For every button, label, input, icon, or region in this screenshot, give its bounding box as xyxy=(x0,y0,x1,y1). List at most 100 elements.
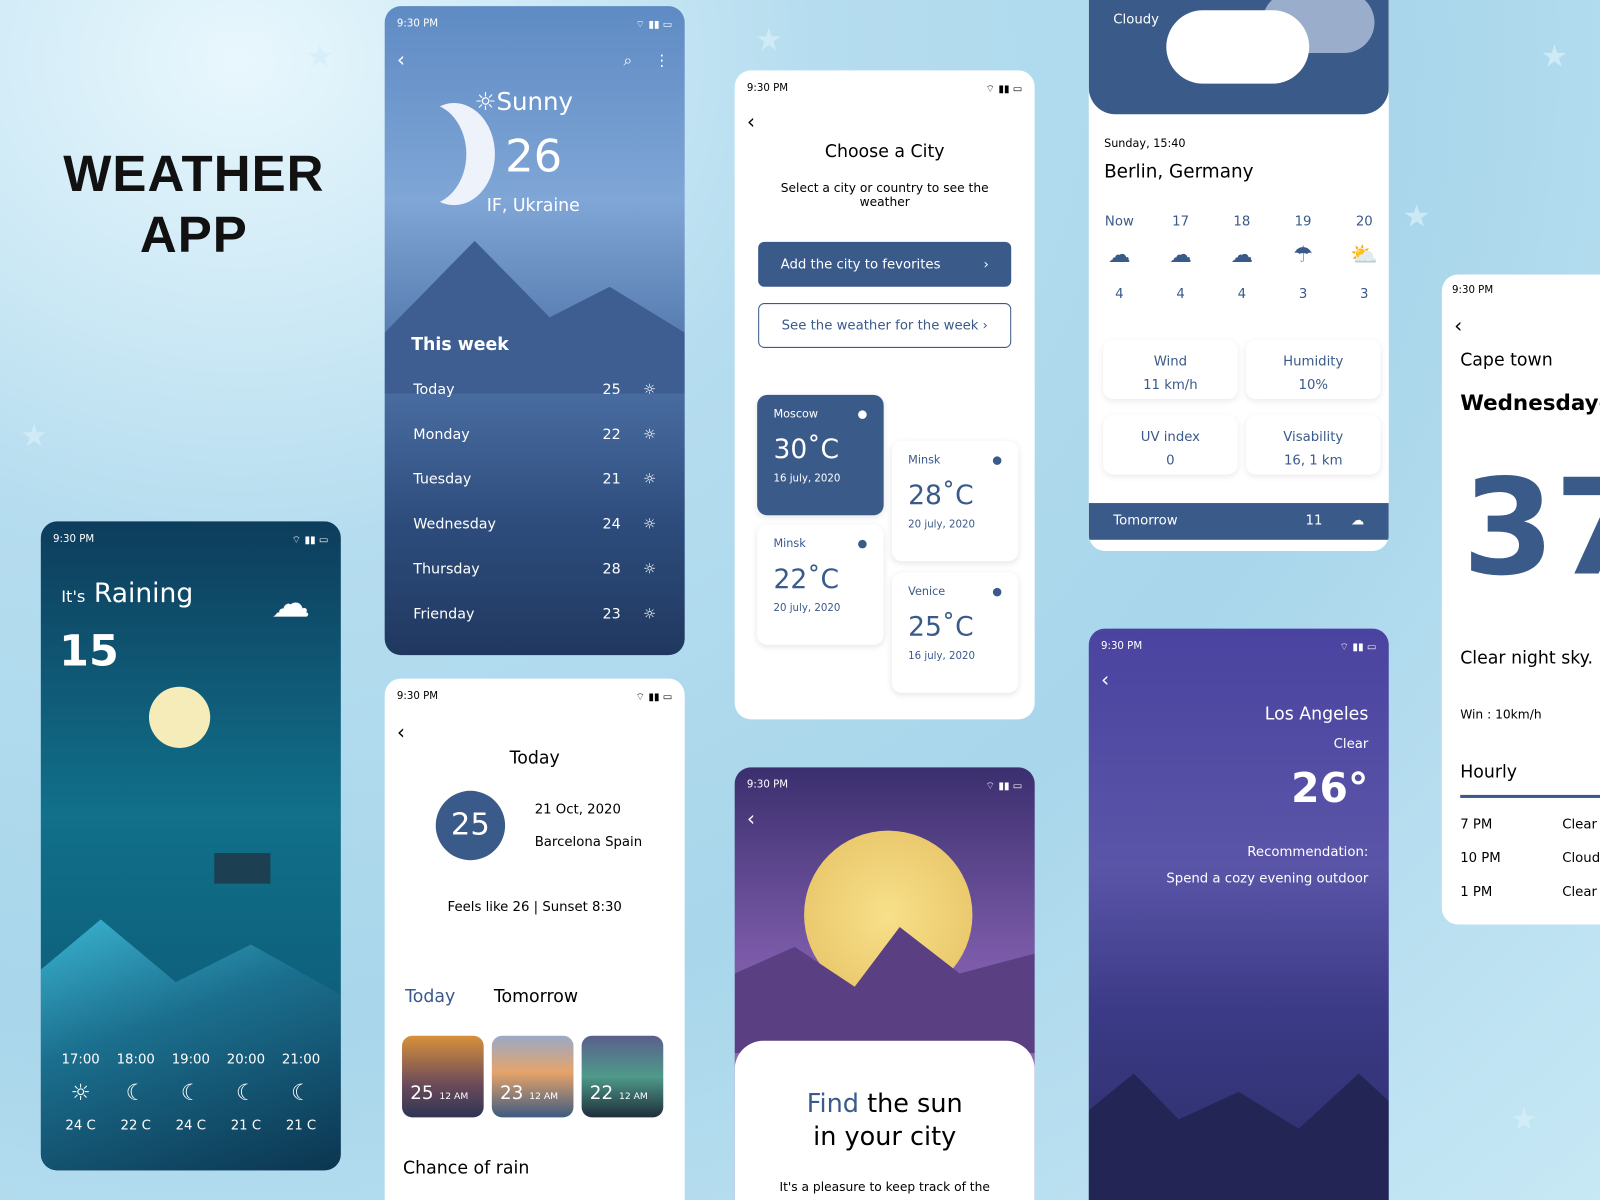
button-label: See the weather for the week xyxy=(781,317,979,334)
tab-tomorrow[interactable]: Tomorrow xyxy=(494,987,578,1007)
hour-temp: 22 C xyxy=(120,1118,151,1134)
status-time: 9:30 PM xyxy=(1101,640,1143,653)
stat-label: Visability xyxy=(1283,429,1344,445)
choose-city-screen: 9:30 PM ⌔ ▮▮ ▭ ‹ Choose a City Select a c… xyxy=(734,70,1035,720)
stat-label: UV index xyxy=(1140,429,1201,445)
hour-photo[interactable]: 22 12 AM xyxy=(581,1035,664,1118)
status-time: 9:30 PM xyxy=(746,82,789,94)
moon-illustration xyxy=(385,103,467,205)
status-icons: ⌔ ▮▮ ▭ xyxy=(635,691,673,704)
hour-time: 18:00 xyxy=(116,1052,155,1068)
current-temp: 37 xyxy=(1462,449,1600,606)
forecast-value: 3 xyxy=(1360,286,1369,303)
day-row[interactable]: Thursday 28 ☼ xyxy=(413,561,656,577)
hour-time: 1 PM xyxy=(1460,884,1493,900)
forecast-label: Now xyxy=(1104,214,1134,230)
day-row[interactable]: Monday 22 ☼ xyxy=(413,427,656,443)
city-name: Minsk xyxy=(908,453,941,467)
today-screen: 9:30 PM ⌔ ▮▮ ▭ ‹ Today 25 21 Oct, 2020 Ba… xyxy=(384,678,685,1200)
moon-icon: ☾ xyxy=(290,1080,312,1107)
city-card[interactable]: Moscow ● 30˚C 16 july, 2020 xyxy=(757,394,884,516)
rain-icon: ☁ xyxy=(1351,513,1365,529)
hour-temp: 21 C xyxy=(285,1118,317,1134)
city-temp: 22˚C xyxy=(773,564,840,595)
day-name: Today xyxy=(413,381,455,398)
week-title: This week xyxy=(411,334,509,356)
city-temp: 30˚C xyxy=(773,434,840,466)
stat-label: Humidity xyxy=(1283,354,1344,370)
mountain-illustration xyxy=(384,240,685,394)
body-text: It's a pleasure to keep track of the xyxy=(779,1179,990,1194)
subtitle: Select a city or country to see the weat… xyxy=(780,180,989,210)
tab-today[interactable]: Today xyxy=(405,987,455,1007)
headline-highlight: Find xyxy=(806,1088,859,1119)
city-card[interactable]: Minsk ● 28˚C 20 july, 2020 xyxy=(891,440,1019,562)
day-temp: 25 xyxy=(602,381,621,398)
hour-condition: Cloud xyxy=(1562,851,1600,867)
forecast-label: 20 xyxy=(1355,214,1373,230)
cabin-illustration xyxy=(214,853,271,884)
sun-icon: ☼ xyxy=(474,87,497,117)
photo-time: 12 AM xyxy=(439,1091,469,1103)
cloudy-icon: ☁ xyxy=(1108,242,1131,269)
cloud-icon xyxy=(1166,10,1310,84)
photo-temp: 25 xyxy=(410,1082,434,1105)
headline-line2: in your city xyxy=(813,1121,957,1152)
cloudy-icon: ☁ xyxy=(1169,242,1192,269)
search-icon[interactable]: ⌕ xyxy=(623,51,632,69)
hour-time: 21:00 xyxy=(281,1052,321,1068)
hour-photo[interactable]: 25 12 AM xyxy=(402,1035,484,1118)
photo-temp: 22 xyxy=(589,1082,614,1105)
day: Wednesday- xyxy=(1460,390,1600,416)
description: Clear night sky. xyxy=(1460,647,1593,669)
city-date: 20 july, 2020 xyxy=(773,603,841,615)
hour-temp: 24 C xyxy=(175,1118,206,1134)
day-row[interactable]: Tuesday 21 ☼ xyxy=(413,471,656,487)
day-row[interactable]: Wednesday 24 ☼ xyxy=(413,516,656,532)
day-row[interactable]: Today 25 ☼ xyxy=(413,382,656,398)
sun-icon: ☼ xyxy=(643,606,657,623)
location: Barcelona Spain xyxy=(534,834,643,850)
recommendation-label: Recommendation: xyxy=(1247,844,1369,861)
day-name: Wednesday xyxy=(413,516,496,533)
page-title: Today xyxy=(509,747,560,769)
temp-badge: 25 xyxy=(435,790,506,861)
city-card[interactable]: Minsk ● 22˚C 20 july, 2020 xyxy=(757,524,884,645)
sun-icon: ☼ xyxy=(643,516,657,533)
back-button[interactable]: ‹ xyxy=(397,719,405,743)
condition: Sunny xyxy=(496,87,574,117)
star-decoration: ★ xyxy=(20,418,48,455)
status-icons: ⌔ ▮▮ ▭ xyxy=(1339,641,1377,654)
tomorrow-label: Tomorrow xyxy=(1113,513,1178,529)
star-decoration: ★ xyxy=(1540,38,1569,75)
week-weather-button[interactable]: See the weather for the week › xyxy=(758,303,1012,348)
moon-illustration xyxy=(148,686,211,748)
stat-label: Wind xyxy=(1153,354,1188,370)
forecast-value: 4 xyxy=(1115,286,1124,303)
hour-photo[interactable]: 23 12 AM xyxy=(491,1035,574,1118)
back-button[interactable]: ‹ xyxy=(397,47,405,71)
city-card[interactable]: Venice ● 25˚C 16 july, 2020 xyxy=(891,572,1019,693)
back-button[interactable]: ‹ xyxy=(747,109,755,133)
sun-icon: ☼ xyxy=(643,381,657,398)
day-name: Monday xyxy=(413,426,470,443)
city-temp: 25˚C xyxy=(908,612,974,643)
city-name: Moscow xyxy=(773,407,819,421)
status-time: 9:30 PM xyxy=(53,533,95,545)
city-date: 16 july, 2020 xyxy=(773,473,841,485)
stat-value: 10% xyxy=(1298,377,1329,393)
canvas: ★ ★ ★ ★ ★ ★ ★ WEATHER APP 9:30 PM ⌔ ▮▮ ▭ I… xyxy=(0,0,1600,1200)
day-row[interactable]: Frienday 23 ☼ xyxy=(413,606,656,622)
add-favorite-button[interactable]: Add the city to fevorites › xyxy=(758,241,1012,287)
back-button[interactable]: ‹ xyxy=(747,806,755,830)
back-button[interactable]: ‹ xyxy=(1454,313,1462,337)
more-icon[interactable]: ⋮ xyxy=(654,51,669,69)
cloud-rain-icon: ☁ xyxy=(271,580,311,626)
current-temp: 26° xyxy=(1291,765,1369,813)
stat-tile: Wind 11 km/h xyxy=(1103,340,1238,399)
hour-temp: 21 C xyxy=(230,1118,262,1134)
tomorrow-bar[interactable]: Tomorrow 11 ☁ xyxy=(1088,503,1389,540)
moon-icon: ☾ xyxy=(235,1080,256,1107)
city-date: 20 july, 2020 xyxy=(908,519,976,531)
back-button[interactable]: ‹ xyxy=(1101,667,1109,691)
